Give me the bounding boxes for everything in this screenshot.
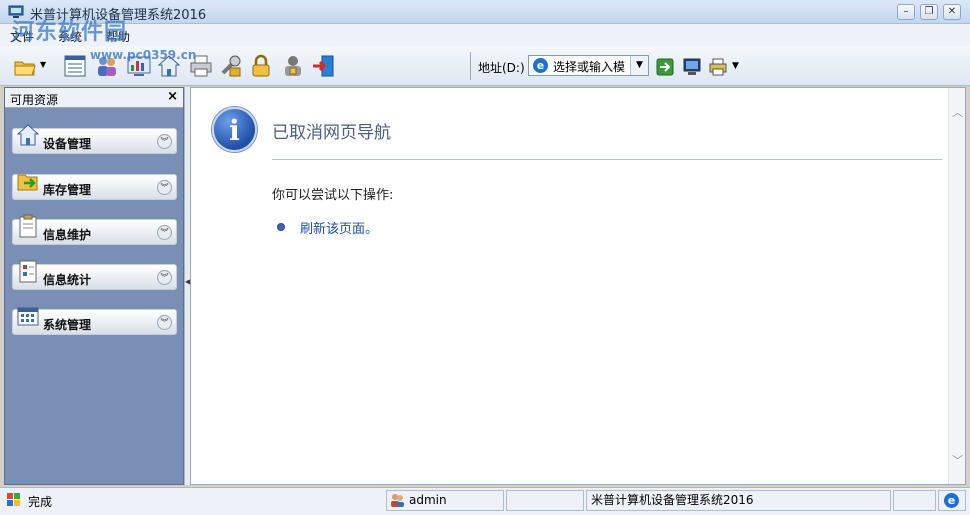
folder-arrow-icon [17,174,38,191]
ie-icon: e [533,58,548,73]
info-icon: i [212,107,257,152]
windows-flag-icon [7,493,21,507]
group-label: 信息统计 [43,273,92,287]
menu-system[interactable]: 系统 [58,28,82,45]
group-info-maintenance[interactable]: 信息维护 ︾ [12,214,177,245]
status-cell-empty [506,490,584,511]
group-info-statistics[interactable]: 信息统计 ︾ [12,260,177,290]
status-bar: 完成 admin 米普计算机设备管理系统2016 e [0,487,970,515]
group-system-management[interactable]: 系统管理 ︾ [12,307,177,335]
address-combobox[interactable]: e 选择或输入模 ▼ [528,55,649,76]
monitor-icon[interactable] [682,57,702,77]
app-name-cell: 米普计算机设备管理系统2016 [586,490,891,511]
divider [272,159,942,160]
suggestion-text: 你可以尝试以下操作: [272,188,394,203]
internet-zone-cell: e [938,490,966,511]
chevron-down-icon[interactable]: ︾ [157,270,172,285]
user-lock-icon[interactable] [280,53,306,79]
resources-panel: 可用资源 × 设备管理 ︾ 库存管理 ︾ 信息维护 ︾ 信息统计 ︾ 系统管理 … [4,87,184,485]
restore-button[interactable]: ❐ [920,4,938,20]
resources-panel-title: 可用资源 [10,93,59,107]
chevron-down-icon[interactable]: ︾ [157,180,172,195]
chevron-down-icon[interactable]: ▼ [630,56,648,75]
page-title: 已取消网页导航 [272,123,391,143]
user-cell: admin [386,490,504,511]
grid-window-icon [17,307,39,326]
toolbar-separator [470,52,471,80]
menu-file[interactable]: 文件 [10,28,34,45]
group-inventory-management[interactable]: 库存管理 ︾ [12,174,177,200]
title-bar: 米普计算机设备管理系统2016 – ❐ ✕ [0,0,970,24]
chevron-down-icon[interactable]: ︾ [157,134,172,149]
status-text: 完成 [28,495,53,509]
group-label: 系统管理 [43,318,92,332]
resources-panel-header: 可用资源 × [5,88,183,108]
chart-document-icon [19,260,37,283]
scroll-up-icon[interactable]: ︿ [952,104,963,120]
ie-icon: e [944,493,959,508]
watermark-url: www.pc0359.cn [90,48,197,62]
menu-help[interactable]: 帮助 [106,28,130,45]
home-icon [16,124,40,146]
menu-bar: 文件 系统 帮助 [0,24,970,46]
chevron-down-icon[interactable]: ︾ [157,315,172,330]
content-area: i 已取消网页导航 你可以尝试以下操作: 刷新该页面。 ︿ ﹀ [190,87,966,485]
printer-dropdown-icon[interactable]: ▼ [732,61,739,71]
users-icon [391,494,404,507]
clipboard-icon [19,214,37,238]
address-label: 地址(D:) [478,61,525,75]
status-cell-empty [893,490,936,511]
list-icon[interactable] [62,53,88,79]
open-folder-icon[interactable] [12,53,38,79]
window-title: 米普计算机设备管理系统2016 [30,8,207,23]
tools-icon[interactable] [218,53,244,79]
open-dropdown-icon[interactable]: ▼ [40,60,46,69]
app-icon [8,5,24,18]
exit-icon[interactable] [310,53,336,79]
bullet-icon [277,223,285,231]
refresh-link[interactable]: 刷新该页面。 [300,218,378,237]
app-name: 米普计算机设备管理系统2016 [591,493,754,507]
close-button[interactable]: ✕ [943,4,961,20]
go-icon[interactable] [656,58,674,76]
group-device-management[interactable]: 设备管理 ︾ [12,124,177,154]
printer-settings-icon[interactable] [708,57,728,77]
lock-icon[interactable] [248,53,274,79]
group-label: 设备管理 [43,137,92,151]
minimize-button[interactable]: – [897,4,915,20]
address-value: 选择或输入模 [553,60,626,74]
current-user: admin [409,493,447,507]
vertical-scrollbar[interactable]: ︿ ﹀ [948,88,965,484]
close-icon[interactable]: × [167,89,178,104]
chevron-down-icon[interactable]: ︾ [157,225,172,240]
scroll-down-icon[interactable]: ﹀ [952,452,963,468]
group-label: 信息维护 [43,228,92,242]
group-label: 库存管理 [43,183,92,197]
